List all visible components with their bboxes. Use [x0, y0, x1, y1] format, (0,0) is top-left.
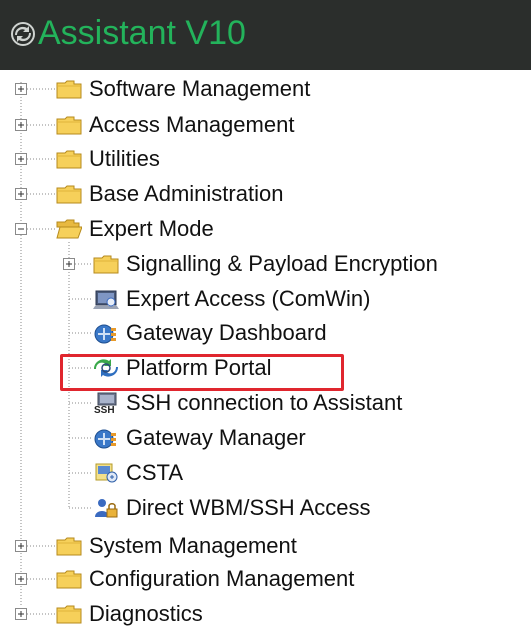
terminal-icon: [93, 290, 119, 309]
tree-item-gateway-dashboard[interactable]: Gateway Dashboard: [93, 315, 329, 351]
folder-icon: [56, 150, 82, 169]
tree-item-signalling-payload-encryption[interactable]: Signalling & Payload Encryption: [93, 246, 440, 282]
app-logo-icon: [11, 22, 35, 46]
tree-item-expert-access[interactable]: Expert Access (ComWin): [93, 281, 373, 317]
collapse-icon[interactable]: [15, 223, 27, 235]
tree-item-csta[interactable]: CSTA: [93, 455, 185, 491]
tree-item-expert-mode[interactable]: Expert Mode: [56, 211, 216, 247]
tree-item-label: Signalling & Payload Encryption: [126, 251, 438, 276]
tree-item-label: Base Administration: [89, 181, 284, 206]
user-lock-icon: [95, 499, 118, 518]
expand-icon[interactable]: [15, 119, 27, 131]
tree-item-label: System Management: [89, 533, 297, 558]
app-title: Assistant V10: [38, 14, 246, 52]
expand-icon[interactable]: [15, 573, 27, 585]
expand-icon[interactable]: [15, 188, 27, 200]
navigation-tree: Software Management Access Management Ut…: [0, 70, 531, 631]
expand-icon[interactable]: [15, 83, 27, 95]
folder-icon: [56, 537, 82, 556]
folder-icon: [56, 570, 82, 589]
tree-item-label: Expert Mode: [89, 216, 214, 241]
tree-item-label: Utilities: [89, 146, 160, 171]
expand-icon[interactable]: [15, 608, 27, 620]
folder-icon: [56, 80, 82, 99]
tree-item-label: Configuration Management: [89, 566, 355, 591]
tree-item-label: Access Management: [89, 112, 295, 137]
highlight-box: [60, 354, 344, 391]
folder-icon: [56, 116, 82, 135]
tree-item-system-management[interactable]: System Management: [56, 528, 299, 564]
tree-item-software-management[interactable]: Software Management: [56, 71, 312, 107]
gateway-icon: [94, 324, 116, 344]
expand-icon[interactable]: [15, 153, 27, 165]
tree-item-diagnostics[interactable]: Diagnostics: [56, 596, 205, 632]
csta-icon: [95, 463, 118, 483]
tree-item-gateway-manager[interactable]: Gateway Manager: [93, 420, 308, 456]
expand-icon[interactable]: [15, 540, 27, 552]
tree-item-label: Expert Access (ComWin): [126, 286, 371, 311]
folder-icon: [93, 255, 119, 274]
tree-item-label: SSH connection to Assistant: [126, 390, 403, 415]
tree-item-utilities[interactable]: Utilities: [56, 141, 162, 177]
app-header: Assistant V10: [0, 0, 531, 70]
tree-item-label: Software Management: [89, 76, 311, 101]
expand-icon[interactable]: [63, 258, 75, 270]
folder-icon: [56, 605, 82, 624]
ssh-icon: SSH: [94, 392, 117, 414]
folder-open-icon: [56, 219, 82, 239]
tree-item-configuration-management[interactable]: Configuration Management: [56, 561, 356, 597]
svg-text:SSH: SSH: [94, 405, 115, 414]
tree-item-access-management[interactable]: Access Management: [56, 107, 296, 143]
gateway-icon: [94, 429, 116, 449]
tree-item-base-administration[interactable]: Base Administration: [56, 176, 285, 212]
tree-item-label: CSTA: [126, 460, 184, 485]
tree-item-label: Diagnostics: [89, 601, 203, 626]
tree-item-label: Gateway Manager: [126, 425, 306, 450]
tree-item-direct-wbm-ssh-access[interactable]: Direct WBM/SSH Access: [93, 490, 372, 526]
tree-item-label: Direct WBM/SSH Access: [126, 495, 371, 520]
folder-icon: [56, 185, 82, 204]
tree-item-label: Gateway Dashboard: [126, 320, 327, 345]
